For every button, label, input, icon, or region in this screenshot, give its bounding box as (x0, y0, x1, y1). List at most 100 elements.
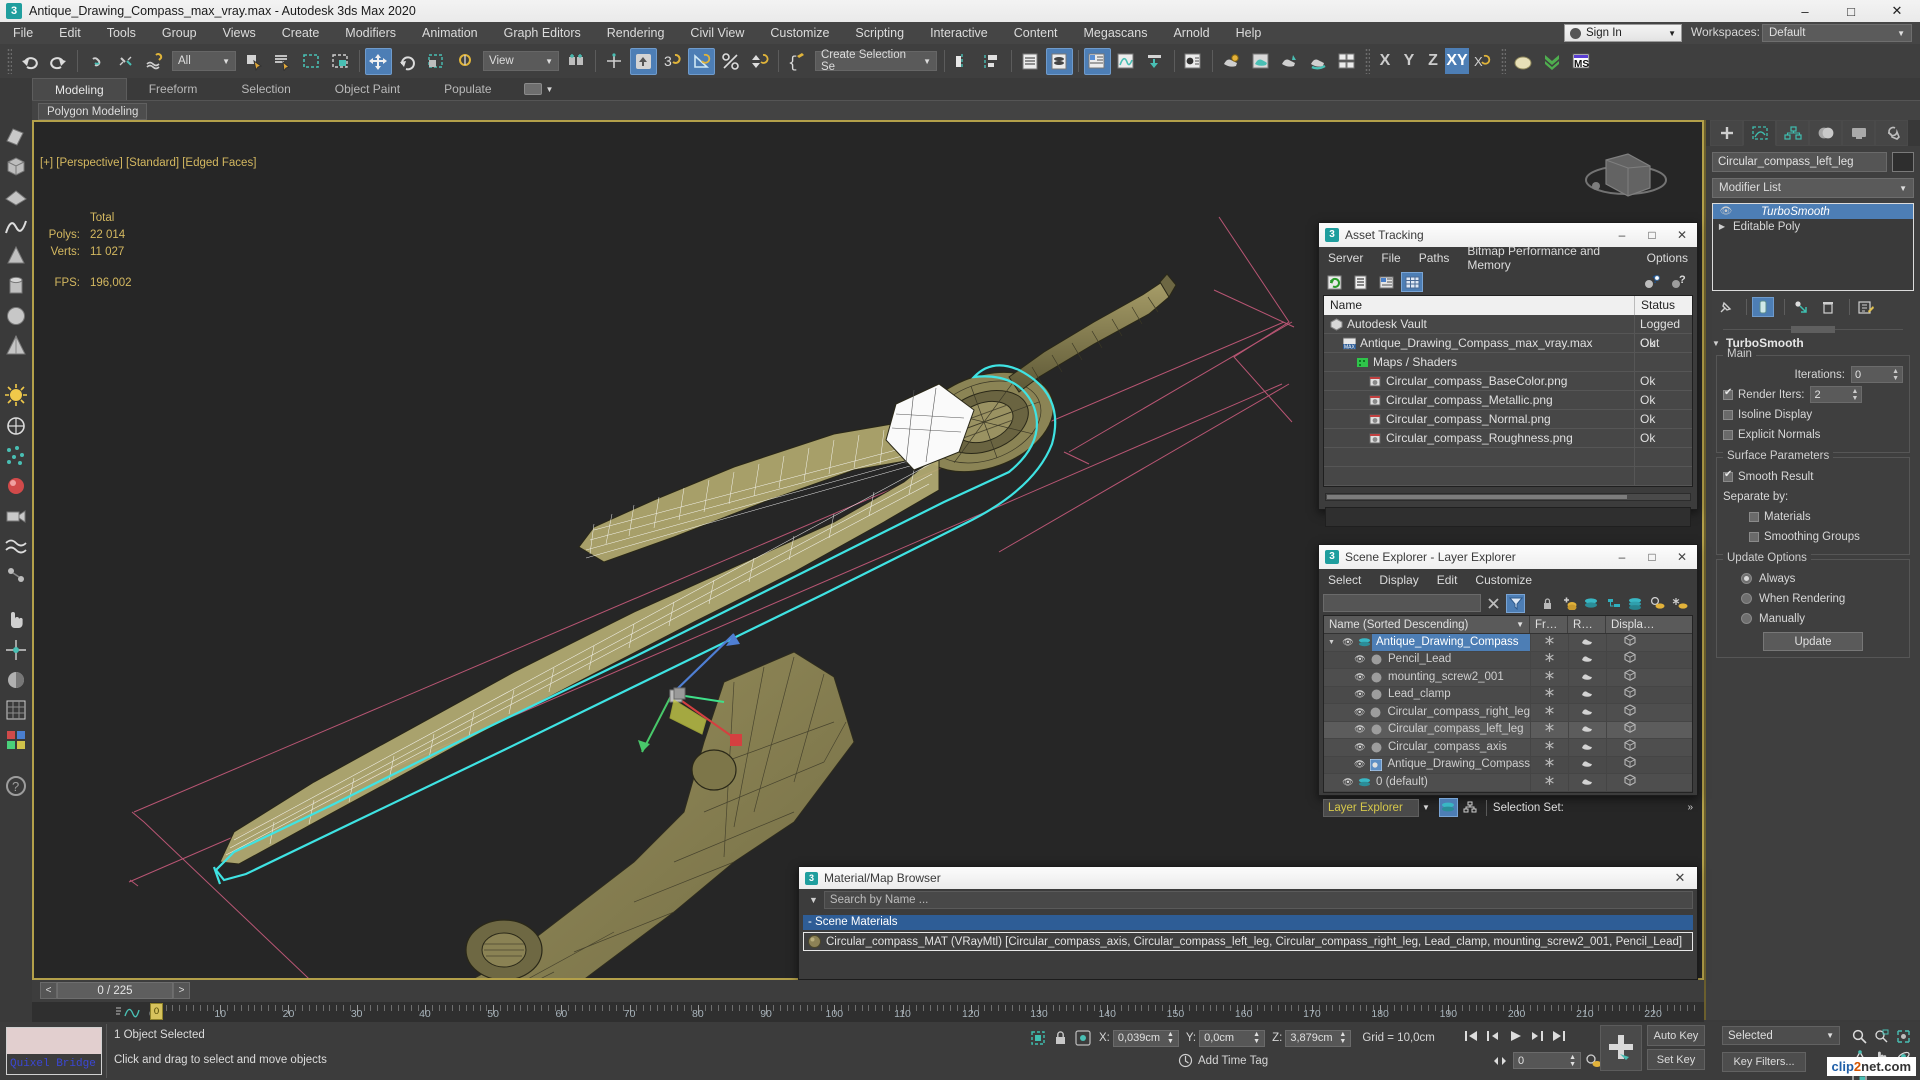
modifier-list-dropdown[interactable]: Modifier List ▼ (1712, 178, 1914, 198)
snap-toggle-icon[interactable] (601, 48, 628, 75)
axis-constraint-z[interactable]: Z (1421, 48, 1445, 74)
update-button[interactable]: Update (1763, 632, 1863, 651)
create-selection-set-combo[interactable]: Create Selection Se ▼ (815, 49, 937, 73)
maxscript-listener-icon[interactable]: MS (1568, 48, 1595, 75)
key-filters-button[interactable]: Key Filters... (1722, 1052, 1806, 1072)
renderable-toggle-icon[interactable] (1568, 686, 1606, 704)
menu-item-arnold[interactable]: Arnold (1160, 22, 1222, 44)
zoom-extents-icon[interactable] (1892, 1026, 1914, 1046)
object-color-swatch[interactable] (1892, 152, 1914, 172)
tab-display[interactable] (1842, 120, 1875, 146)
go-to-start-button[interactable] (1460, 1026, 1482, 1046)
renderable-toggle-icon[interactable] (1568, 651, 1606, 669)
make-unique-icon[interactable] (1790, 297, 1812, 317)
visibility-eye-icon[interactable]: 👁 (1352, 689, 1368, 700)
reference-coordinate-combo[interactable]: View ▼ (483, 51, 559, 71)
scene-explorer-row[interactable]: 👁 Antique_Drawing_Compass (1324, 756, 1692, 774)
display-toggle-icon[interactable] (1606, 633, 1652, 651)
object-icon[interactable] (1368, 672, 1384, 683)
when-rendering-radio[interactable] (1741, 593, 1752, 604)
freeze-layer-icon[interactable] (1670, 594, 1689, 613)
asset-row[interactable]: Circular_compass_Metallic.png Ok (1324, 391, 1692, 410)
toolbar-grip[interactable] (1365, 48, 1370, 74)
track-bar[interactable]: 0 10 20 30 40 50 60 70 80 90 100 110 120 130 140 150 160… (32, 1002, 1704, 1022)
curve-editor-icon[interactable] (1113, 48, 1140, 75)
scene-explorer-row[interactable]: 👁 Circular_compass_left_leg (1324, 721, 1692, 739)
asset-row[interactable] (1324, 448, 1692, 467)
smoothing-groups-checkbox[interactable] (1749, 531, 1759, 542)
spinner-arrows-icon[interactable]: ▲ ▼ (1569, 1054, 1576, 1068)
scene-object-name[interactable]: Antique_Drawing_Compass (1383, 756, 1530, 774)
select-object-icon[interactable] (240, 48, 267, 75)
object-icon[interactable] (1368, 707, 1384, 718)
snap-point-icon[interactable] (2, 636, 30, 664)
tab-hierarchy[interactable] (1776, 120, 1809, 146)
hand-pan-icon[interactable] (2, 606, 30, 634)
modifier-stack-item-turbosmooth[interactable]: 👁 TurboSmooth (1713, 204, 1913, 219)
axis-constraint-cycle-icon[interactable]: X (1470, 48, 1497, 75)
isoline-checkbox[interactable] (1723, 409, 1733, 420)
scene-explorer-title-bar[interactable]: 3 Scene Explorer - Layer Explorer – □ ✕ (1319, 545, 1697, 569)
remove-modifier-icon[interactable] (1817, 297, 1839, 317)
scene-menu-customize[interactable]: Customize (1466, 573, 1541, 587)
layer-tree-icon[interactable] (1604, 594, 1623, 613)
object-name-field[interactable]: Circular_compass_left_leg (1712, 152, 1887, 172)
asset-menu-paths[interactable]: Paths (1410, 251, 1459, 265)
time-cursor[interactable]: 0 (150, 1003, 163, 1020)
menu-item-tools[interactable]: Tools (94, 22, 149, 44)
help-icon[interactable]: ? (2, 772, 30, 800)
scene-object-name[interactable]: 0 (default) (1372, 774, 1530, 792)
refresh-icon[interactable] (1323, 272, 1345, 292)
layer-explorer-toggle[interactable] (1438, 798, 1458, 817)
tab-motion[interactable] (1809, 120, 1842, 146)
expand-arrow-icon[interactable]: ▼ (1328, 639, 1340, 646)
camera-icon[interactable] (2, 502, 30, 530)
visibility-eye-icon[interactable]: 👁 (1352, 724, 1368, 735)
systems-icon[interactable] (2, 562, 30, 590)
visibility-eye-icon[interactable]: 👁 (1352, 707, 1368, 718)
quixel-bridge-panel[interactable]: Quixel Bridge (6, 1027, 102, 1075)
select-and-move-icon[interactable] (365, 47, 392, 75)
modifier-stack[interactable]: 👁 TurboSmooth ▶ Editable Poly (1712, 203, 1914, 291)
clear-search-icon[interactable] (1484, 594, 1503, 613)
filter-icon[interactable] (1506, 593, 1525, 613)
layer-manager-icon[interactable] (1017, 48, 1044, 75)
mirror-icon[interactable] (950, 48, 977, 75)
help-question-icon[interactable]: ? (1641, 272, 1663, 292)
menu-item-civil-view[interactable]: Civil View (677, 22, 757, 44)
next-frame-button[interactable] (1526, 1026, 1548, 1046)
box-icon[interactable] (2, 152, 30, 180)
scene-object-name[interactable]: Pencil_Lead (1384, 651, 1530, 669)
particle-icon[interactable] (2, 442, 30, 470)
plane-icon[interactable] (2, 182, 30, 210)
maximize-button[interactable]: □ (1637, 223, 1667, 247)
color-picker-icon[interactable] (2, 726, 30, 754)
freeze-toggle-icon[interactable] (1530, 756, 1568, 774)
minimize-button[interactable]: – (1782, 0, 1828, 22)
asset-row[interactable]: MAX Antique_Drawing_Compass_max_vray.max O… (1324, 334, 1692, 353)
select-by-name-icon[interactable] (269, 48, 296, 75)
layer-icon[interactable] (1356, 777, 1372, 788)
ribbon-tab-populate[interactable]: Populate (422, 78, 513, 100)
render-iters-spinner[interactable]: 2 ▲ ▼ (1810, 386, 1863, 403)
render-to-texture-icon[interactable] (1334, 48, 1361, 75)
chevron-down-icon[interactable]: ▼ (803, 895, 824, 905)
zoom-icon[interactable] (1848, 1026, 1870, 1046)
menu-item-group[interactable]: Group (149, 22, 210, 44)
scene-materials-group-header[interactable]: - Scene Materials (803, 915, 1693, 930)
object-icon[interactable] (1368, 654, 1384, 665)
menu-item-help[interactable]: Help (1223, 22, 1275, 44)
scene-menu-edit[interactable]: Edit (1428, 573, 1467, 587)
scene-object-name[interactable]: Circular_compass_axis (1384, 739, 1530, 757)
menu-item-modifiers[interactable]: Modifiers (332, 22, 409, 44)
visibility-eye-icon[interactable]: 👁 (1352, 759, 1368, 770)
expand-icon[interactable]: » (1687, 802, 1693, 813)
menu-item-interactive[interactable]: Interactive (917, 22, 1001, 44)
layer-icon[interactable] (1356, 637, 1372, 648)
absolute-relative-toggle-icon[interactable] (1075, 1030, 1091, 1046)
render-production-icon[interactable] (1218, 48, 1245, 75)
percent-snap-icon[interactable] (717, 48, 744, 75)
list-view-icon[interactable] (1349, 272, 1371, 292)
zoom-all-icon[interactable] (1870, 1026, 1892, 1046)
select-and-place-icon[interactable] (452, 48, 479, 75)
